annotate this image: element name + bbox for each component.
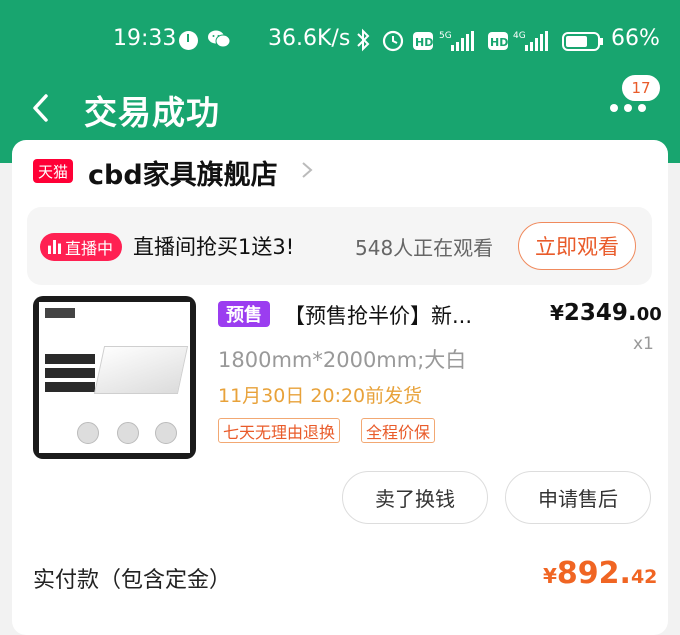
tmall-logo: 天猫 [33, 159, 73, 183]
app-header: 19:33 36.6K/s HD 5G HD 4G 66% 交易成功 17 [0, 0, 680, 163]
paid-amount: ¥892.42 [543, 556, 658, 591]
live-badge-label: 直播中 [65, 239, 114, 258]
shipping-time: 11月30日 20:20前发货 [218, 385, 423, 407]
paid-amount-label: 实付款（包含定金） [33, 568, 232, 593]
status-time: 19:33 [113, 26, 177, 51]
watch-now-button[interactable]: 立即观看 [518, 222, 636, 270]
after-sale-button[interactable]: 申请售后 [505, 471, 651, 524]
message-count-badge[interactable]: 17 [620, 73, 662, 103]
live-bars-icon [48, 240, 62, 254]
status-icons: HD 5G HD 4G [357, 28, 603, 52]
battery-percentage: 66% [611, 26, 660, 51]
svg-text:HD: HD [490, 36, 508, 49]
wechat-icon [208, 30, 230, 48]
price-protection-tag: 全程价保 [361, 418, 436, 443]
presale-tag: 预售 [218, 301, 270, 327]
chevron-right-icon[interactable] [300, 160, 314, 180]
page-title: 交易成功 [84, 93, 220, 132]
sell-button[interactable]: 卖了换钱 [342, 471, 488, 524]
svg-text:4G: 4G [513, 31, 526, 41]
return-policy-tag: 七天无理由退换 [218, 418, 341, 443]
status-bar: 19:33 36.6K/s HD 5G HD 4G 66% [0, 22, 680, 58]
network-speed: 36.6K/s [268, 26, 351, 51]
back-arrow-icon[interactable] [30, 92, 52, 124]
alarm-clock-icon [179, 31, 198, 50]
product-title[interactable]: 【预售抢半价】新... [284, 300, 520, 330]
svg-text:5G: 5G [439, 31, 452, 41]
svg-text:HD: HD [415, 36, 433, 49]
live-badge: 直播中 [40, 233, 122, 261]
product-image[interactable] [33, 296, 196, 459]
shop-name[interactable]: cbd家具旗舰店 [88, 153, 278, 192]
live-viewer-count: 548人正在观看 [355, 236, 494, 260]
product-price: ¥2349.00 [550, 300, 662, 326]
product-spec: 1800mm*2000mm;大白 [218, 348, 467, 372]
product-quantity: x1 [633, 334, 654, 354]
live-promo-text: 直播间抢买1送3! [133, 235, 295, 259]
